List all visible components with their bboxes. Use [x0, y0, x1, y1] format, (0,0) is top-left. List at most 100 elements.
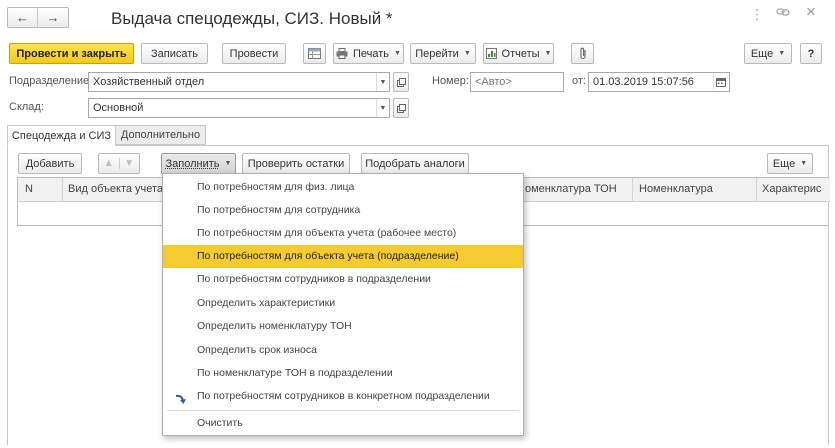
menu-item-by-individual-needs[interactable]: По потребностям для физ. лица — [163, 176, 523, 199]
warehouse-field[interactable]: Основной ▼ — [88, 98, 390, 118]
open-warehouse-button[interactable] — [393, 98, 409, 118]
find-analogs-button[interactable]: Подобрать аналоги — [361, 153, 469, 174]
number-label: Номер: — [432, 75, 469, 87]
menu-item-label: Определить срок износа — [197, 344, 317, 356]
division-value: Хозяйственный отдел — [93, 76, 205, 88]
menu-item-by-employees-in-division[interactable]: По потребностям сотрудников в подразделе… — [163, 268, 523, 291]
save-button[interactable]: Записать — [141, 43, 208, 64]
open-icon — [396, 77, 406, 87]
menu-item-clear[interactable]: Очистить — [163, 412, 523, 435]
menu-item-by-division-needs[interactable]: По потребностям для объекта учета (подра… — [163, 245, 523, 268]
more-label: Еще — [750, 47, 774, 60]
division-field[interactable]: Хозяйственный отдел ▼ — [88, 72, 390, 92]
page-title: Выдача спецодежды, СИЗ. Новый * — [111, 9, 393, 28]
menu-item-define-nomenclature-ton[interactable]: Определить номенклатуру ТОН — [163, 315, 523, 338]
menu-item-label: По потребностям для объекта учета (рабоч… — [197, 227, 457, 239]
post-label: Провести — [229, 47, 279, 60]
tab-workwear-label: Спецодежда и СИЗ — [11, 130, 112, 142]
arrow-down-icon[interactable]: ▼ — [118, 158, 140, 169]
tab-additional-label: Дополнительно — [120, 129, 201, 141]
arrow-up-icon[interactable]: ▲ — [99, 158, 119, 169]
forward-arrow-icon[interactable]: → — [38, 8, 68, 27]
post-button[interactable]: Провести — [222, 43, 286, 64]
open-icon — [396, 103, 406, 113]
goto-button[interactable]: Перейти ▼ — [410, 43, 476, 64]
menu-item-define-wear-period[interactable]: Определить срок износа — [163, 339, 523, 362]
menu-divider — [167, 410, 519, 411]
chevron-down-icon: ▼ — [463, 50, 471, 57]
column-divider — [756, 178, 757, 202]
division-label: Подразделение: — [9, 75, 93, 87]
column-divider — [632, 178, 633, 202]
check-stock-button[interactable]: Проверить остатки — [242, 153, 350, 174]
date-field[interactable]: 01.03.2019 15:07:56 — [588, 72, 730, 92]
fill-button[interactable]: Заполнить ▼ — [161, 153, 236, 174]
save-label: Записать — [150, 47, 198, 60]
menu-item-label: По потребностям сотрудников в конкретном… — [197, 390, 490, 402]
chevron-down-icon: ▼ — [778, 50, 786, 57]
date-value: 01.03.2019 15:07:56 — [593, 76, 694, 88]
menu-item-label: Очистить — [197, 417, 243, 429]
column-header-object-type[interactable]: Вид объекта учета — [68, 183, 163, 195]
move-buttons: ▲ ▼ — [98, 153, 140, 174]
dropdown-arrow-icon[interactable]: ▼ — [376, 73, 389, 91]
back-arrow-icon[interactable]: ← — [8, 8, 38, 27]
chevron-down-icon: ▼ — [544, 50, 552, 57]
table-icon — [308, 48, 321, 59]
post-and-close-label: Провести и закрыть — [16, 47, 127, 60]
print-label: Печать — [353, 47, 390, 60]
menu-item-by-employee-needs[interactable]: По потребностям для сотрудника — [163, 199, 523, 222]
menu-item-by-ton-in-division[interactable]: По номенклатуре ТОН в подразделении — [163, 362, 523, 385]
report-icon — [485, 48, 497, 59]
goto-label: Перейти — [415, 47, 459, 60]
fill-dropdown-menu: По потребностям для физ. лица По потребн… — [162, 173, 524, 436]
menu-item-label: По потребностям для сотрудника — [197, 204, 361, 216]
column-header-nomenclature[interactable]: Номенклатура — [639, 183, 713, 195]
chevron-down-icon: ▼ — [800, 160, 808, 167]
warehouse-label: Склад: — [9, 101, 44, 113]
column-divider — [62, 178, 63, 202]
reports-button[interactable]: Отчеты ▼ — [483, 43, 554, 64]
dropdown-arrow-icon[interactable]: ▼ — [376, 99, 389, 117]
menu-item-label: По потребностям сотрудников в подразделе… — [197, 273, 431, 285]
paperclip-icon — [578, 47, 588, 60]
column-header-characteristic[interactable]: Характерис — [762, 183, 821, 195]
add-label: Добавить — [25, 157, 75, 170]
reports-label: Отчеты — [501, 47, 540, 60]
menu-item-label: По номенклатуре ТОН в подразделении — [197, 367, 393, 379]
tab-workwear[interactable]: Спецодежда и СИЗ — [7, 125, 116, 146]
printer-icon — [336, 48, 348, 59]
post-and-close-button[interactable]: Провести и закрыть — [9, 43, 134, 64]
more-button[interactable]: Еще ▼ — [744, 43, 792, 64]
close-icon[interactable]: × — [806, 2, 816, 22]
menu-item-label: По потребностям для объекта учета (подра… — [197, 250, 459, 262]
check-stock-label: Проверить остатки — [247, 157, 345, 170]
menu-dots-icon[interactable]: ⋮ — [750, 6, 764, 23]
link-icon[interactable] — [776, 7, 790, 17]
tab-additional[interactable]: Дополнительно — [116, 125, 206, 145]
menu-item-label: Определить номенклатуру ТОН — [197, 320, 352, 332]
print-button[interactable]: Печать ▼ — [333, 43, 404, 64]
menu-item-label: Определить характеристики — [197, 297, 336, 309]
column-header-n[interactable]: N — [25, 183, 33, 195]
add-button[interactable]: Добавить — [18, 153, 82, 174]
warehouse-value: Основной — [93, 102, 144, 114]
structure-button[interactable] — [303, 43, 326, 64]
table-more-button[interactable]: Еще ▼ — [767, 153, 813, 174]
menu-item-by-workplace-needs[interactable]: По потребностям для объекта учета (рабоч… — [163, 222, 523, 245]
menu-item-by-employees-in-specific-division[interactable]: По потребностям сотрудников в конкретном… — [163, 385, 523, 408]
date-label: от: — [572, 75, 586, 87]
arrow-curve-icon — [175, 391, 187, 404]
chevron-down-icon: ▼ — [394, 50, 401, 57]
number-field[interactable] — [470, 72, 564, 92]
open-division-button[interactable] — [393, 72, 409, 92]
menu-item-define-characteristics[interactable]: Определить характеристики — [163, 292, 523, 315]
calendar-icon[interactable] — [713, 74, 728, 90]
find-analogs-label: Подобрать аналоги — [365, 157, 465, 170]
attach-button[interactable] — [571, 43, 594, 64]
chevron-down-icon: ▼ — [224, 160, 232, 167]
menu-item-label: По потребностям для физ. лица — [197, 181, 355, 193]
help-icon: ? — [807, 47, 815, 60]
column-header-nomenclature-ton[interactable]: оменклатура ТОН — [525, 183, 617, 195]
help-button[interactable]: ? — [800, 43, 822, 64]
